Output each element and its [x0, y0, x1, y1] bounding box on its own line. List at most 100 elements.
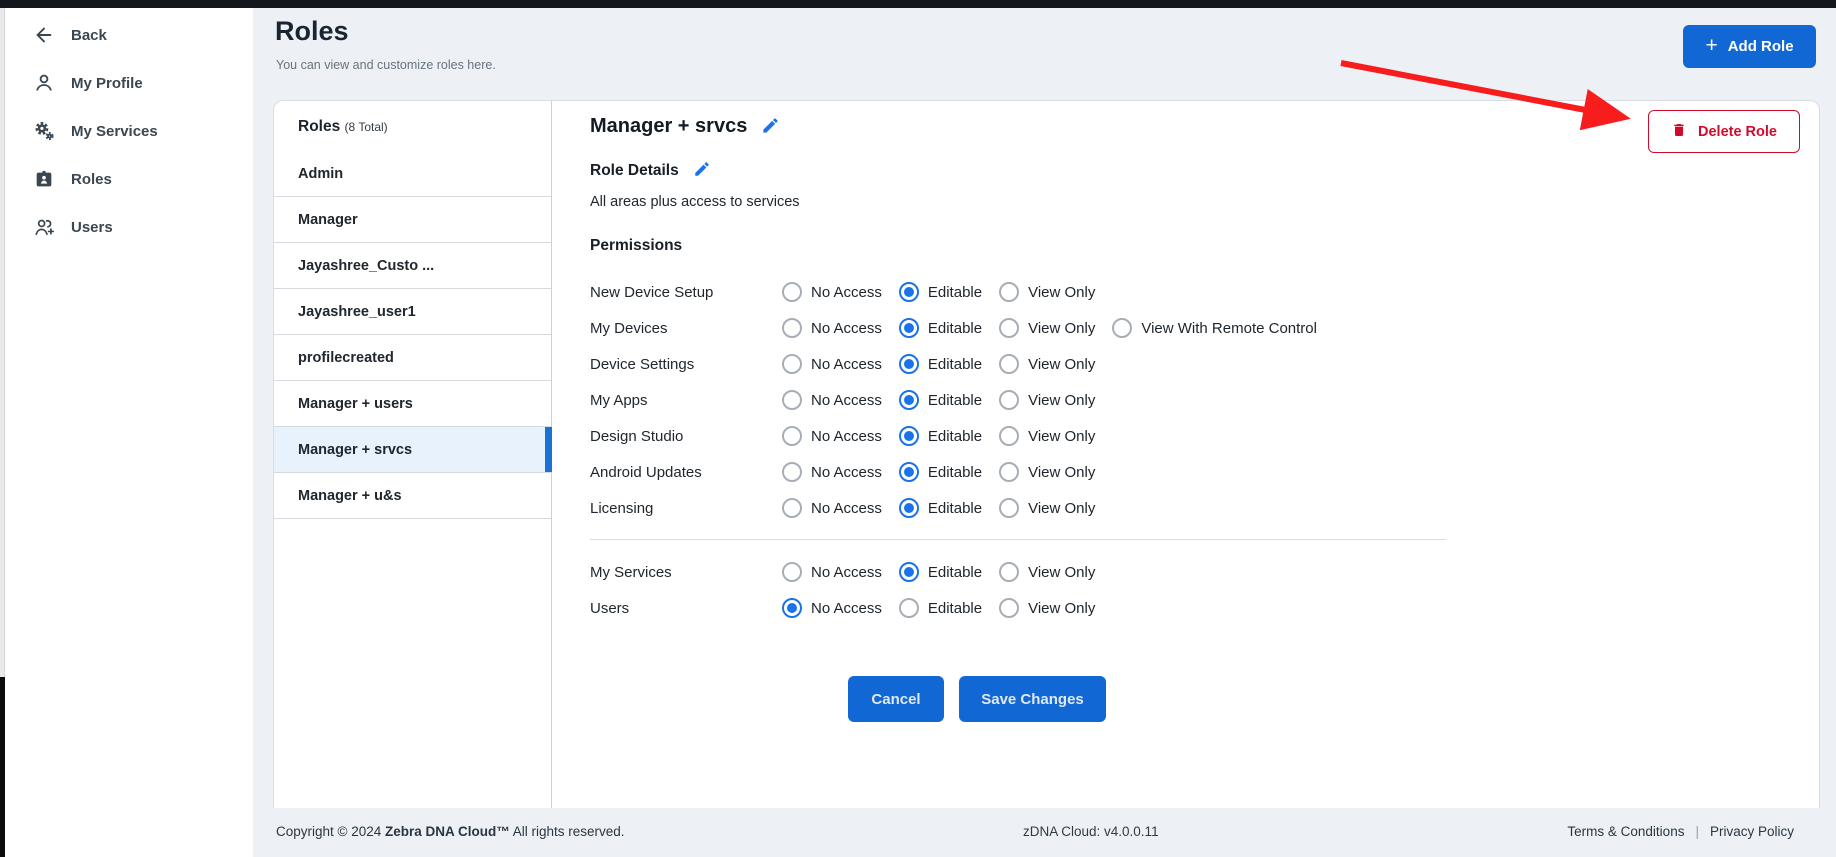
- radio-option-label: No Access: [811, 392, 882, 409]
- sidebar-item-roles[interactable]: Roles: [5, 155, 253, 203]
- radio-option-view-only[interactable]: View Only: [999, 282, 1095, 302]
- radio-option-editable[interactable]: Editable: [899, 426, 982, 446]
- radio-selected-icon[interactable]: [899, 426, 919, 446]
- radio-option-view-only[interactable]: View Only: [999, 390, 1095, 410]
- radio-option-editable[interactable]: Editable: [899, 462, 982, 482]
- radio-unselected-icon[interactable]: [999, 598, 1019, 618]
- radio-option-editable[interactable]: Editable: [899, 498, 982, 518]
- roles-list-header: Roles (8 Total): [274, 101, 551, 151]
- radio-unselected-icon[interactable]: [782, 498, 802, 518]
- radio-unselected-icon[interactable]: [899, 598, 919, 618]
- role-list-item[interactable]: Jayashree_Custo ...: [274, 243, 551, 289]
- radio-unselected-icon[interactable]: [782, 318, 802, 338]
- radio-option-no-access[interactable]: No Access: [782, 562, 882, 582]
- add-role-button-label: Add Role: [1728, 38, 1794, 55]
- radio-option-no-access[interactable]: No Access: [782, 318, 882, 338]
- radio-unselected-icon[interactable]: [999, 390, 1019, 410]
- radio-option-no-access[interactable]: No Access: [782, 354, 882, 374]
- radio-selected-icon[interactable]: [899, 354, 919, 374]
- radio-unselected-icon[interactable]: [782, 390, 802, 410]
- role-list-item[interactable]: Manager + users: [274, 381, 551, 427]
- radio-selected-icon[interactable]: [899, 498, 919, 518]
- radio-option-editable[interactable]: Editable: [899, 318, 982, 338]
- permission-row: New Device SetupNo AccessEditableView On…: [590, 274, 1819, 310]
- radio-selected-icon[interactable]: [899, 562, 919, 582]
- radio-option-editable[interactable]: Editable: [899, 282, 982, 302]
- radio-option-editable[interactable]: Editable: [899, 562, 982, 582]
- role-list-item[interactable]: Manager + srvcs: [274, 427, 551, 473]
- radio-unselected-icon[interactable]: [782, 562, 802, 582]
- add-role-button[interactable]: + Add Role: [1683, 25, 1816, 68]
- radio-unselected-icon[interactable]: [999, 562, 1019, 582]
- radio-option-label: Editable: [928, 284, 982, 301]
- sidebar-item-back[interactable]: Back: [5, 11, 253, 59]
- role-list-item[interactable]: Jayashree_user1: [274, 289, 551, 335]
- permission-row: My AppsNo AccessEditableView Only: [590, 382, 1819, 418]
- radio-selected-icon[interactable]: [899, 282, 919, 302]
- radio-unselected-icon[interactable]: [999, 462, 1019, 482]
- page-subtitle: You can view and customize roles here.: [276, 58, 496, 72]
- radio-selected-icon[interactable]: [899, 318, 919, 338]
- sidebar-item-label: My Profile: [71, 75, 143, 92]
- radio-option-view-only[interactable]: View Only: [999, 498, 1095, 518]
- radio-unselected-icon[interactable]: [782, 354, 802, 374]
- footer-link-separator: |: [1695, 824, 1699, 839]
- radio-selected-icon[interactable]: [899, 462, 919, 482]
- radio-option-no-access[interactable]: No Access: [782, 390, 882, 410]
- pencil-icon: [761, 116, 780, 138]
- permission-row: My ServicesNo AccessEditableView Only: [590, 554, 1819, 590]
- save-changes-button[interactable]: Save Changes: [959, 676, 1106, 722]
- profile-icon: [32, 71, 56, 95]
- radio-unselected-icon[interactable]: [999, 426, 1019, 446]
- radio-option-label: No Access: [811, 284, 882, 301]
- radio-option-view-only[interactable]: View Only: [999, 426, 1095, 446]
- radio-unselected-icon[interactable]: [1112, 318, 1132, 338]
- radio-option-no-access[interactable]: No Access: [782, 498, 882, 518]
- radio-option-editable[interactable]: Editable: [899, 598, 982, 618]
- sidebar-item-my-services[interactable]: My Services: [5, 107, 253, 155]
- radio-option-view-only[interactable]: View Only: [999, 598, 1095, 618]
- radio-unselected-icon[interactable]: [999, 282, 1019, 302]
- top-dark-bar: [0, 0, 1836, 8]
- role-list-item[interactable]: Manager: [274, 197, 551, 243]
- radio-option-view-only[interactable]: View Only: [999, 562, 1095, 582]
- radio-option-editable[interactable]: Editable: [899, 354, 982, 374]
- radio-option-view-only[interactable]: View Only: [999, 462, 1095, 482]
- permission-row: Android UpdatesNo Access Editable View Onl…: [590, 454, 1819, 490]
- arrow-left-icon: [32, 23, 56, 47]
- radio-unselected-icon[interactable]: [999, 354, 1019, 374]
- radio-option-view-only[interactable]: View Only: [999, 354, 1095, 374]
- radio-option-view-only[interactable]: View Only: [999, 318, 1095, 338]
- left-scrollbar-thumb[interactable]: [0, 677, 5, 857]
- edit-role-details-button[interactable]: [693, 160, 711, 181]
- role-list-item[interactable]: profilecreated: [274, 335, 551, 381]
- sidebar-item-users[interactable]: Users: [5, 203, 253, 251]
- radio-option-label: No Access: [811, 320, 882, 337]
- radio-option-label: Editable: [928, 500, 982, 517]
- radio-unselected-icon[interactable]: [999, 318, 1019, 338]
- radio-selected-icon[interactable]: [782, 598, 802, 618]
- radio-option-label: No Access: [811, 500, 882, 517]
- cancel-button[interactable]: Cancel: [848, 676, 944, 722]
- radio-unselected-icon[interactable]: [999, 498, 1019, 518]
- sidebar-item-my-profile[interactable]: My Profile: [5, 59, 253, 107]
- radio-unselected-icon[interactable]: [782, 426, 802, 446]
- radio-option-editable[interactable]: Editable: [899, 390, 982, 410]
- role-list-item[interactable]: Manager + u&s: [274, 473, 551, 519]
- privacy-policy-link[interactable]: Privacy Policy: [1710, 824, 1794, 839]
- permission-label: Android Updates: [590, 464, 782, 481]
- radio-selected-icon[interactable]: [899, 390, 919, 410]
- radio-unselected-icon[interactable]: [782, 282, 802, 302]
- radio-option-no-access[interactable]: No Access: [782, 426, 882, 446]
- radio-option-no-access[interactable]: No Access: [782, 462, 882, 482]
- plus-icon: +: [1705, 35, 1717, 56]
- radio-option-view-with-remote-control[interactable]: View With Remote Control: [1112, 318, 1317, 338]
- edit-role-name-button[interactable]: [761, 116, 780, 138]
- role-title: Manager + srvcs: [590, 115, 747, 138]
- radio-option-label: View Only: [1028, 500, 1095, 517]
- radio-option-no-access[interactable]: No Access: [782, 282, 882, 302]
- radio-unselected-icon[interactable]: [782, 462, 802, 482]
- radio-option-no-access[interactable]: No Access: [782, 598, 882, 618]
- role-list-item[interactable]: Admin: [274, 151, 551, 197]
- terms-and-conditions-link[interactable]: Terms & Conditions: [1567, 824, 1684, 839]
